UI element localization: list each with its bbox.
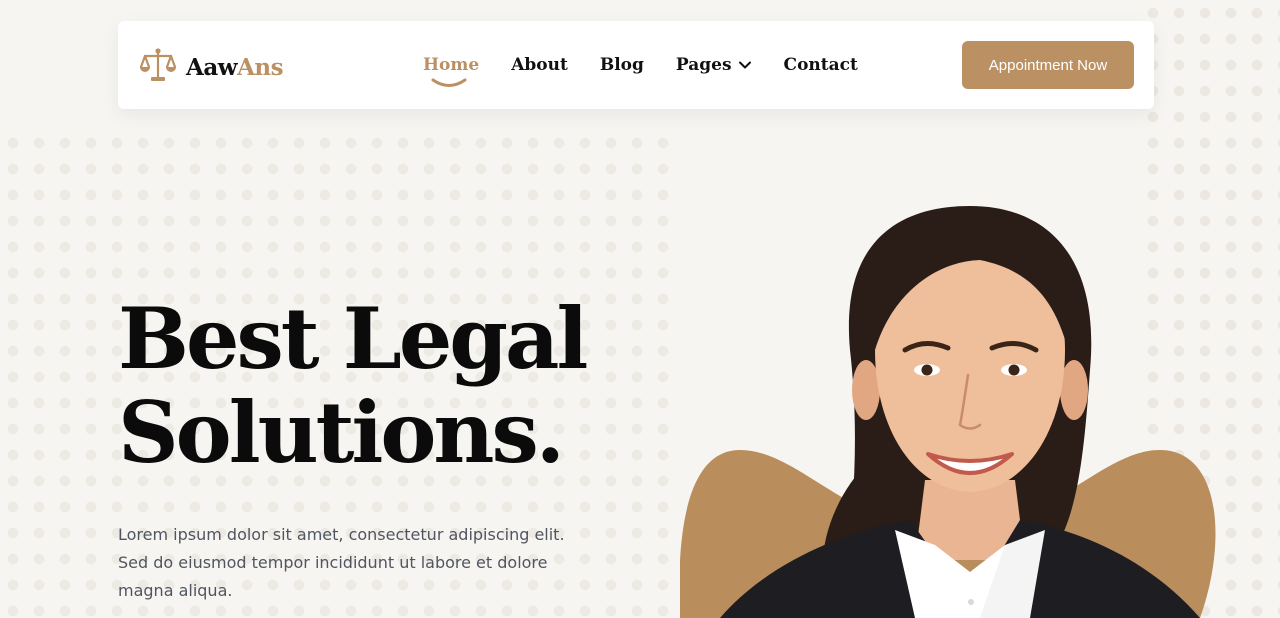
hero-title-line-2: Solutions. <box>118 383 565 482</box>
chevron-down-icon <box>738 61 751 69</box>
nav-item-about-label: About <box>511 55 568 75</box>
nav-item-contact[interactable]: Contact <box>784 55 858 75</box>
scales-of-justice-icon <box>138 45 178 90</box>
nav-item-blog-label: Blog <box>599 55 644 75</box>
nav-item-home-label: Home <box>423 55 480 75</box>
hero-title-line-1: Best Legal <box>118 289 588 388</box>
hero-description: Lorem ipsum dolor sit amet, consectetur … <box>118 525 565 600</box>
nav-item-blog[interactable]: Blog <box>600 55 644 75</box>
active-underline-icon <box>431 78 467 87</box>
nav-item-home[interactable]: Home <box>423 55 480 87</box>
hero-image <box>679 200 1220 618</box>
appointment-button[interactable]: Appointment Now <box>962 41 1134 89</box>
brand-name: AawAns <box>186 54 284 81</box>
nav-item-pages-label: Pages <box>675 55 732 75</box>
nav-item-contact-label: Contact <box>783 55 858 75</box>
site-header: AawAns Home About Blog Pages Contact App… <box>118 21 1154 109</box>
hero-title: Best Legal Solutions. <box>118 292 678 480</box>
main-nav: Home About Blog Pages Contact <box>423 21 890 109</box>
brand-logo[interactable]: AawAns <box>138 45 284 90</box>
nav-item-pages[interactable]: Pages <box>676 55 752 75</box>
nav-item-about[interactable]: About <box>511 55 568 75</box>
